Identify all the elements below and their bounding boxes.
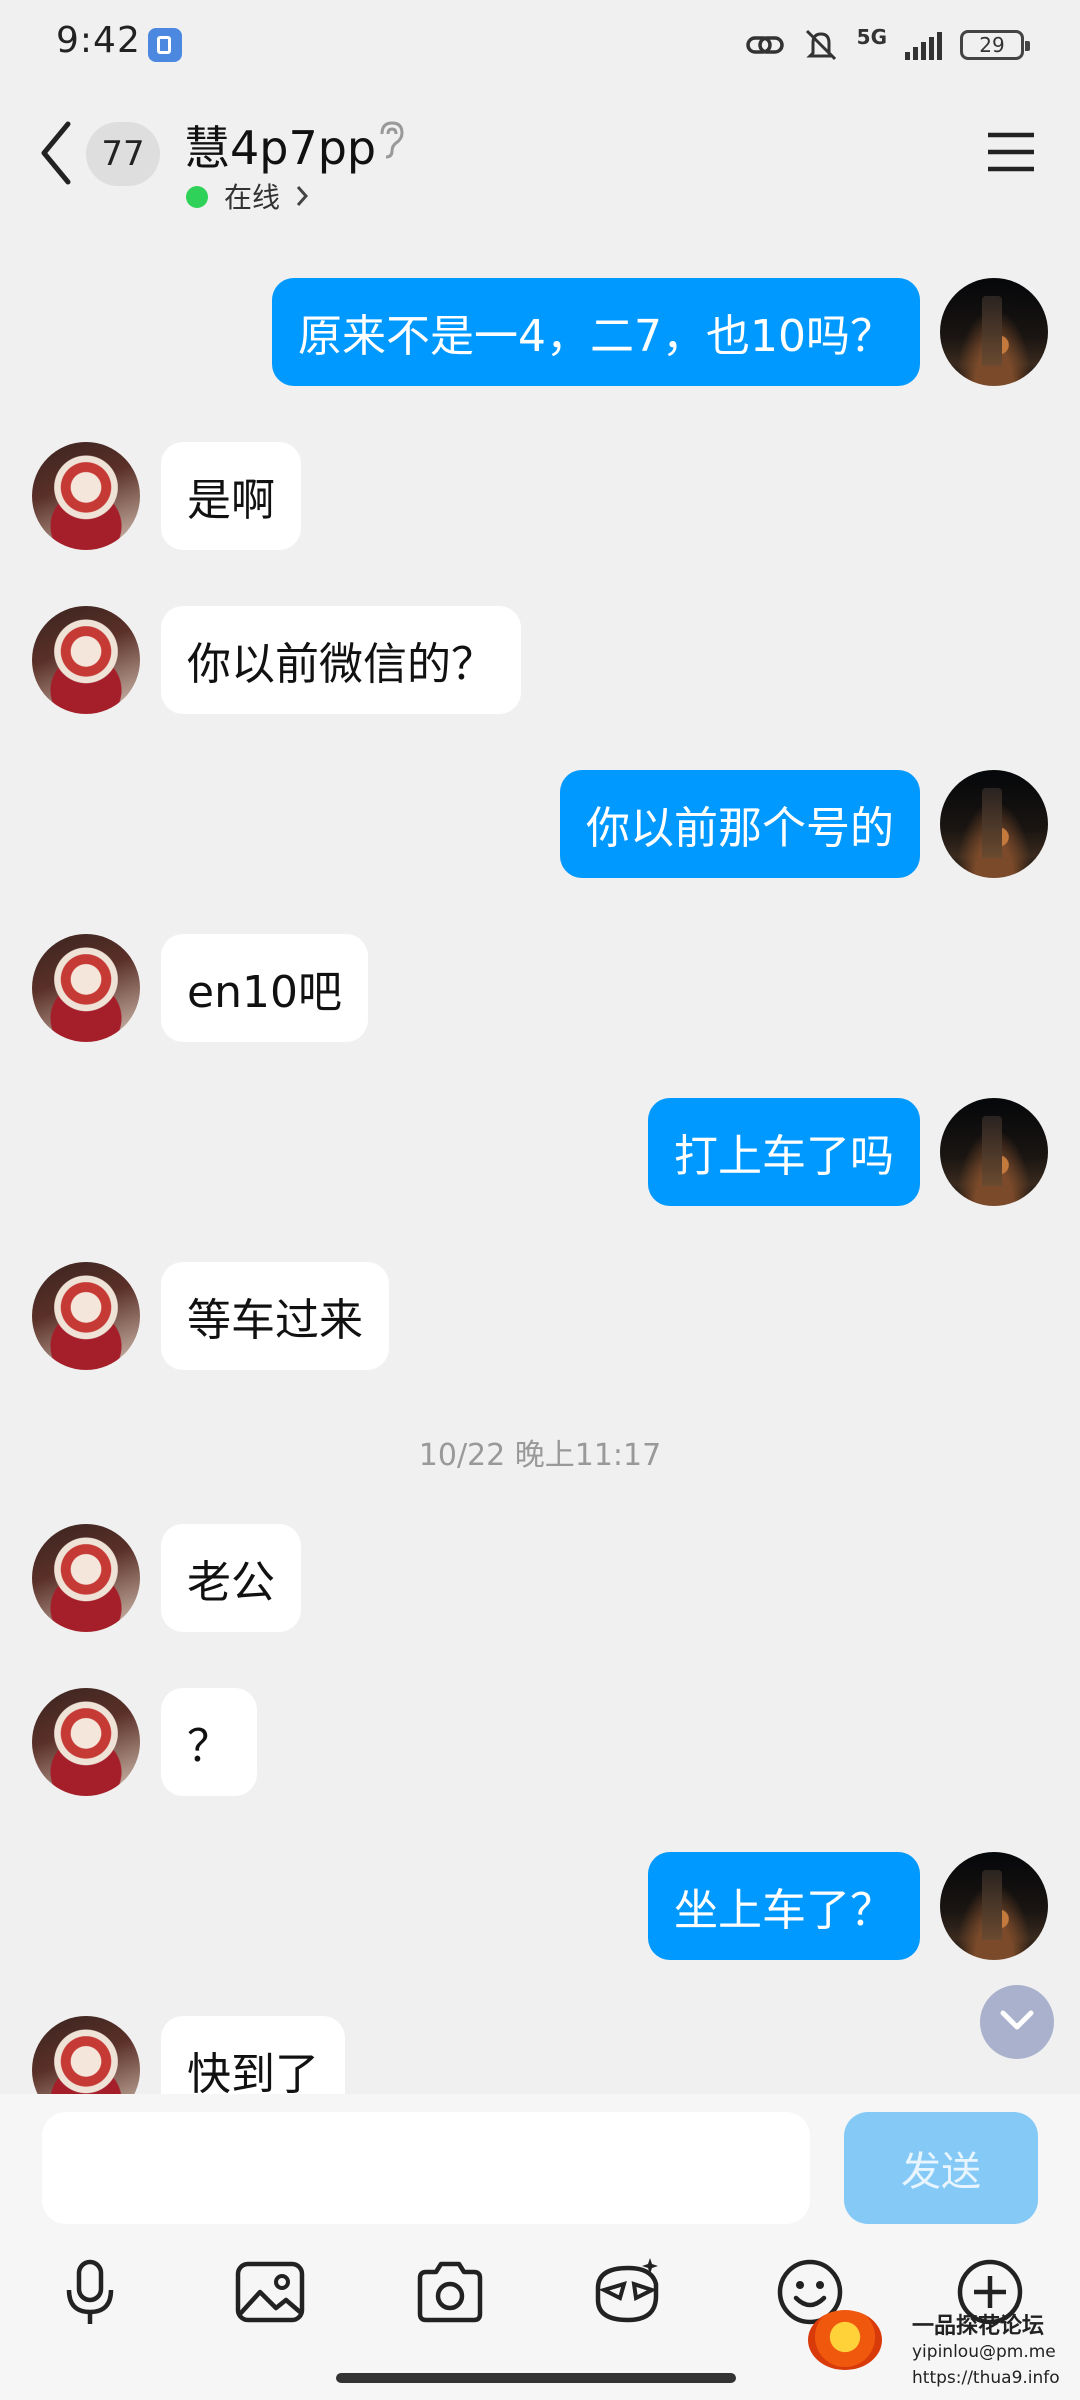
sticker-button[interactable] — [590, 2254, 666, 2330]
online-status[interactable]: 在线 — [224, 176, 280, 216]
message-bubble-sent[interactable]: 原来不是一4，二7，也10吗？ — [272, 278, 920, 386]
message-bubble-received[interactable]: 等车过来 — [161, 1262, 389, 1370]
watermark-email: yipinlou@pm.me — [912, 2342, 1056, 2362]
message-row: en10吧 — [0, 934, 1080, 1044]
menu-icon[interactable] — [986, 130, 1036, 174]
status-time: 9:42 — [56, 20, 141, 61]
contact-name[interactable]: 慧4p7pp — [184, 112, 376, 178]
message-row: 老公 — [0, 1524, 1080, 1634]
home-indicator[interactable] — [336, 2373, 736, 2383]
app-notification-icon — [148, 28, 182, 62]
message-row: 等车过来 — [0, 1262, 1080, 1372]
unread-count-badge[interactable]: 77 — [86, 122, 160, 186]
online-indicator — [186, 186, 208, 208]
back-icon[interactable] — [36, 118, 76, 188]
contact-avatar[interactable] — [32, 606, 140, 714]
contact-avatar[interactable] — [32, 1262, 140, 1370]
link-icon — [745, 36, 784, 54]
battery-icon: 29 — [960, 30, 1030, 60]
microphone-icon — [66, 2259, 114, 2324]
message-bubble-received[interactable]: en10吧 — [161, 934, 368, 1042]
message-input[interactable] — [42, 2112, 810, 2224]
watermark-title: 一品探花论坛 — [912, 2314, 1045, 2339]
chevron-right-icon[interactable] — [292, 181, 312, 211]
chevron-down-icon — [1000, 2010, 1034, 2030]
camera-button[interactable] — [412, 2254, 488, 2330]
send-button[interactable]: 发送 — [844, 2112, 1038, 2224]
message-timestamp: 10/22 晚上11:17 — [418, 1438, 662, 1473]
message-bubble-received[interactable]: 快到了 — [161, 2016, 345, 2094]
message-row: 你以前那个号的 — [0, 770, 1080, 880]
my-avatar[interactable] — [940, 278, 1048, 386]
sticker-icon — [595, 2258, 659, 2323]
scroll-to-bottom-button[interactable] — [980, 1985, 1054, 2059]
message-row: 快到了 — [0, 2016, 1080, 2094]
message-bubble-received[interactable]: 你以前微信的？ — [161, 606, 521, 714]
message-bubble-sent[interactable]: 打上车了吗 — [648, 1098, 920, 1206]
my-avatar[interactable] — [940, 770, 1048, 878]
chat-header: 77 慧4p7pp 在线 — [0, 90, 1080, 225]
watermark-url: https://thua9.info — [912, 2368, 1060, 2388]
contact-avatar[interactable] — [32, 442, 140, 550]
mute-icon — [805, 29, 836, 61]
signal-icon — [905, 30, 942, 60]
contact-avatar[interactable] — [32, 1688, 140, 1796]
watermark: 一品探花论坛 yipinlou@pm.me https://thua9.info — [808, 2302, 1068, 2392]
my-avatar[interactable] — [940, 1852, 1048, 1960]
voice-button[interactable] — [52, 2254, 128, 2330]
message-bubble-received[interactable]: 老公 — [161, 1524, 301, 1632]
message-row: 坐上车了？ — [0, 1852, 1080, 1962]
message-row: 是啊 — [0, 442, 1080, 552]
ear-icon[interactable] — [376, 120, 406, 160]
contact-avatar[interactable] — [32, 2016, 140, 2094]
message-row: 打上车了吗 — [0, 1098, 1080, 1208]
message-bubble-sent[interactable]: 你以前那个号的 — [560, 770, 920, 878]
image-button[interactable] — [232, 2254, 308, 2330]
status-indicators: 5G 29 — [745, 22, 1030, 68]
message-row: 你以前微信的？ — [0, 606, 1080, 716]
message-row: ？ — [0, 1688, 1080, 1798]
network-type: 5G — [856, 25, 887, 49]
message-bubble-received[interactable]: 是啊 — [161, 442, 301, 550]
camera-icon — [417, 2261, 483, 2323]
contact-avatar[interactable] — [32, 934, 140, 1042]
my-avatar[interactable] — [940, 1098, 1048, 1206]
message-list[interactable]: 原来不是一4，二7，也10吗？ 是啊 你以前微信的？ 你以前那个号的 en10吧… — [0, 226, 1080, 2094]
message-bubble-sent[interactable]: 坐上车了？ — [648, 1852, 920, 1960]
status-bar: 9:42 5G 29 — [0, 0, 1080, 90]
message-row: 原来不是一4，二7，也10吗？ — [0, 278, 1080, 388]
contact-avatar[interactable] — [32, 1524, 140, 1632]
image-icon — [235, 2261, 305, 2323]
watermark-logo — [808, 2310, 882, 2370]
message-bubble-received[interactable]: ？ — [161, 1688, 257, 1796]
